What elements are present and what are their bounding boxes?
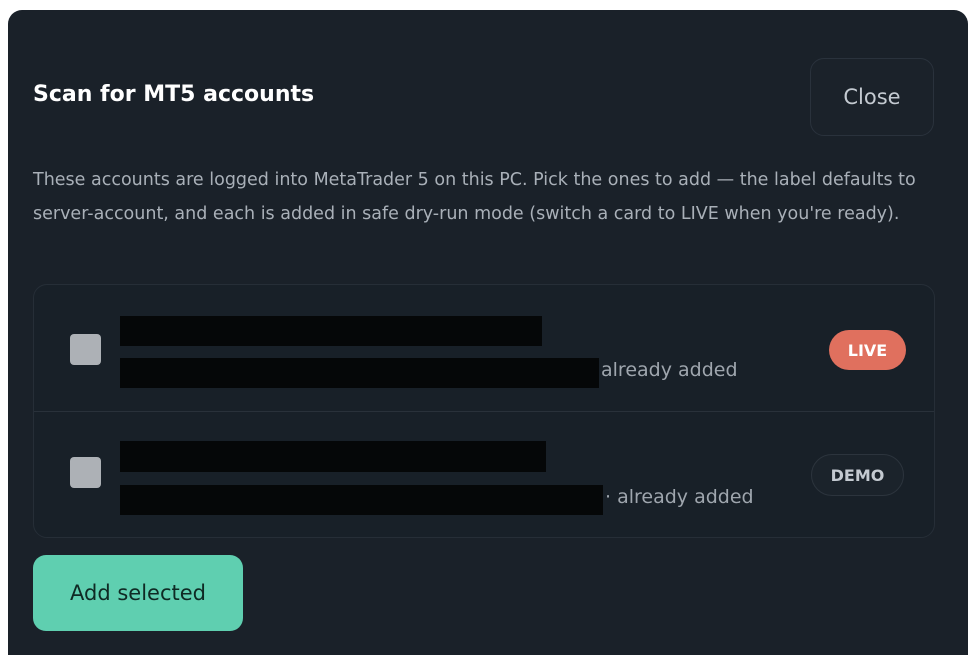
close-button[interactable]: Close [810,58,934,136]
account-checkbox[interactable] [70,457,101,488]
redacted-account-name [120,316,542,346]
account-list: already added LIVE · already added DEMO [33,284,935,538]
account-status: · already added [605,486,754,508]
account-row[interactable]: already added LIVE [34,285,934,412]
demo-badge: DEMO [811,454,904,496]
dialog-title: Scan for MT5 accounts [33,82,315,107]
account-row[interactable]: · already added DEMO [34,411,934,537]
redacted-account-name [120,441,546,472]
account-status: already added [601,359,738,381]
dialog-description: These accounts are logged into MetaTrade… [33,170,916,224]
add-selected-button[interactable]: Add selected [33,555,243,631]
account-checkbox[interactable] [70,334,101,365]
redacted-account-server [120,485,603,515]
live-badge: LIVE [829,330,906,370]
scan-accounts-dialog: Scan for MT5 accounts Close These accoun… [8,10,968,655]
redacted-account-server [120,358,599,388]
